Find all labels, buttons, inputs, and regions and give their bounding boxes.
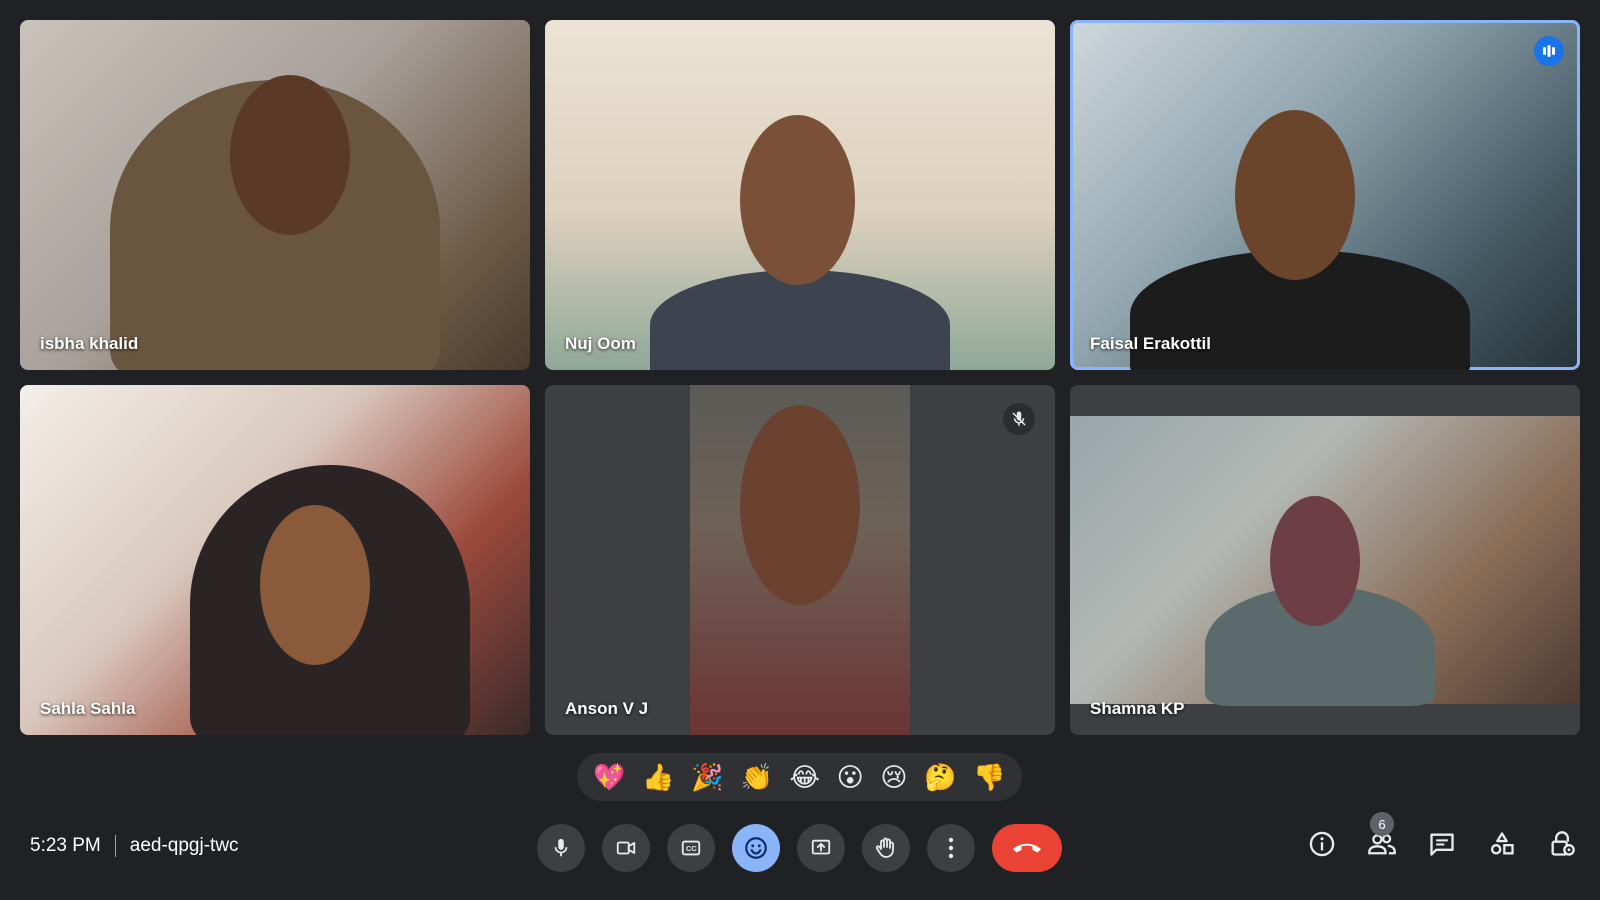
participant-name: Anson V J [565, 699, 649, 718]
reaction-thumbs-down[interactable]: 👎 [973, 764, 1005, 790]
raise-hand-button[interactable] [862, 824, 910, 872]
more-options-button[interactable] [927, 824, 975, 872]
meeting-code[interactable]: aed-qpgj-twc [130, 835, 239, 857]
present-icon [809, 837, 833, 859]
meeting-details-button[interactable] [1304, 826, 1340, 862]
participant-name: Shamna KP [1090, 699, 1185, 718]
reaction-laughing[interactable]: 😂 [790, 764, 820, 790]
reaction-sparkling-heart[interactable]: 💖 [593, 764, 625, 790]
camera-button[interactable] [602, 824, 650, 872]
participant-face [740, 405, 860, 605]
reaction-surprised[interactable]: 😮 [837, 764, 864, 790]
participant-tile-sahla-sahla[interactable]: Sahla Sahla [20, 385, 530, 735]
reaction-party-popper[interactable]: 🎉 [691, 764, 723, 790]
participant-tile-anson-v-j[interactable]: Anson V J [545, 385, 1055, 735]
participant-video [690, 385, 910, 735]
speaking-indicator-icon [1534, 36, 1564, 66]
participant-name: Faisal Erakottil [1090, 334, 1211, 353]
reaction-thinking[interactable]: 🤔 [924, 764, 956, 790]
participant-name: Sahla Sahla [40, 699, 136, 718]
hangup-icon [1011, 840, 1043, 856]
participant-face [230, 75, 350, 235]
svg-text:CC: CC [686, 844, 697, 853]
participant-name: isbha khalid [40, 334, 139, 353]
mic-icon [550, 837, 572, 859]
reactions-bar: 💖 👍 🎉 👏 😂 😮 😢 🤔 👎 [577, 753, 1022, 801]
meeting-tools: 6 [1304, 812, 1580, 862]
participant-tile-faisal-erakottil[interactable]: Faisal Erakottil [1070, 20, 1580, 370]
emoji-reactions-button[interactable] [732, 824, 780, 872]
reaction-crying[interactable]: 😢 [880, 764, 907, 790]
participant-name: Nuj Oom [565, 334, 636, 353]
info-icon [1308, 830, 1336, 858]
emoji-icon [743, 835, 769, 861]
participant-face [1270, 496, 1360, 626]
host-controls-button[interactable] [1544, 826, 1580, 862]
people-button[interactable]: 6 [1364, 812, 1400, 862]
meeting-time: 5:23 PM [30, 835, 101, 856]
reaction-thumbs-up[interactable]: 👍 [642, 764, 674, 790]
divider [114, 835, 116, 857]
leave-call-button[interactable] [992, 824, 1062, 872]
participant-tile-nuj-oom[interactable]: Nuj Oom [545, 20, 1055, 370]
people-count-badge: 6 [1370, 812, 1394, 836]
activities-icon [1488, 830, 1516, 858]
activities-button[interactable] [1484, 826, 1520, 862]
mic-button[interactable] [537, 824, 585, 872]
present-screen-button[interactable] [797, 824, 845, 872]
captions-icon: CC [679, 837, 703, 859]
host-controls-icon [1548, 830, 1576, 858]
raise-hand-icon [874, 836, 898, 860]
participant-tile-shamna-kp[interactable]: Shamna KP [1070, 385, 1580, 735]
participant-face [1235, 110, 1355, 280]
call-controls: CC [537, 824, 1062, 872]
captions-button[interactable]: CC [667, 824, 715, 872]
participant-video [1070, 416, 1580, 706]
participant-face [260, 505, 370, 665]
participant-face [740, 115, 855, 285]
meeting-info: 5:23 PM aed-qpgj-twc [30, 835, 239, 857]
chat-button[interactable] [1424, 826, 1460, 862]
reaction-clapping[interactable]: 👏 [740, 764, 772, 790]
chat-icon [1428, 830, 1456, 858]
participant-tile-isbha-khalid[interactable]: isbha khalid [20, 20, 530, 370]
mic-off-icon [1003, 403, 1035, 435]
more-options-icon [948, 837, 954, 859]
camera-icon [614, 837, 638, 859]
participant-video [650, 270, 950, 370]
